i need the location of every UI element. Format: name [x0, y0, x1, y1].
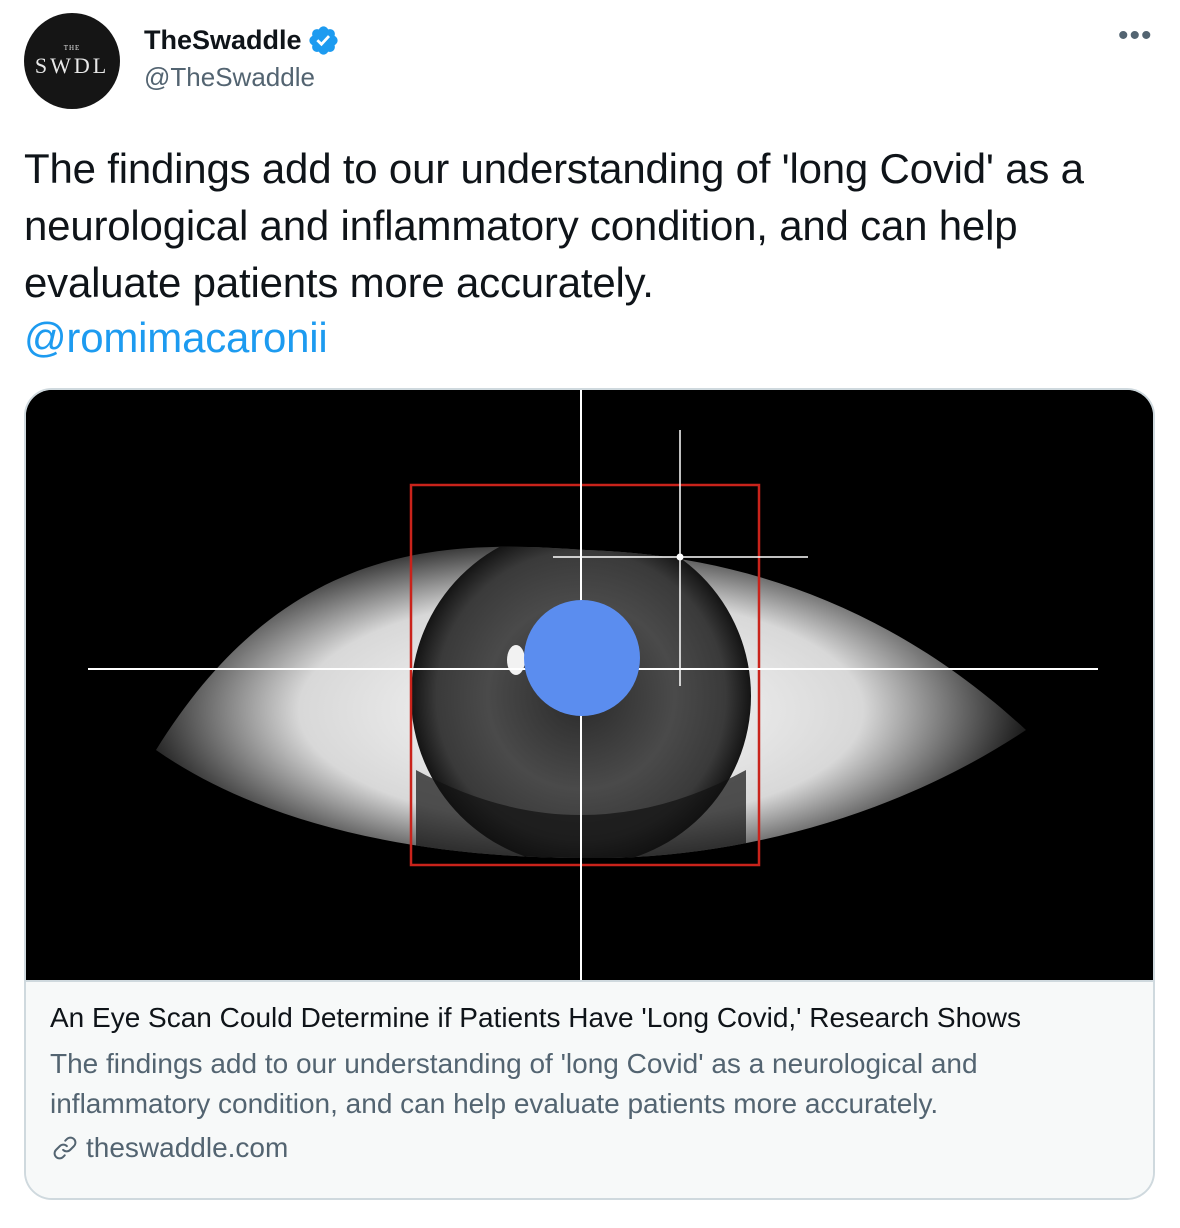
card-domain[interactable]: theswaddle.com	[50, 1132, 288, 1164]
card-domain-text[interactable]: theswaddle.com	[86, 1132, 288, 1164]
display-name[interactable]: TheSwaddle	[144, 25, 302, 56]
tweet-text: The findings add to our understanding of…	[24, 145, 1084, 306]
card-title[interactable]: An Eye Scan Could Determine if Patients …	[50, 1002, 1021, 1034]
author-name-row: TheSwaddle	[144, 22, 340, 58]
more-horizontal-icon[interactable]: •••	[1118, 21, 1153, 51]
link-card[interactable]: An Eye Scan Could Determine if Patients …	[24, 388, 1155, 1200]
author-handle[interactable]: @TheSwaddle	[144, 62, 315, 93]
card-info[interactable]: An Eye Scan Could Determine if Patients …	[26, 980, 1153, 1198]
avatar-logo-top: THE	[63, 44, 81, 52]
eye-scan-image[interactable]	[26, 390, 1153, 980]
card-description: The findings add to our understanding of…	[50, 1048, 978, 1119]
mention-link[interactable]: @romimacaronii	[24, 309, 328, 366]
avatar-logo-text: SWDL	[34, 53, 110, 78]
avatar[interactable]: THE SWDL	[24, 13, 120, 109]
link-icon	[50, 1133, 80, 1163]
verified-badge-icon	[307, 24, 340, 57]
